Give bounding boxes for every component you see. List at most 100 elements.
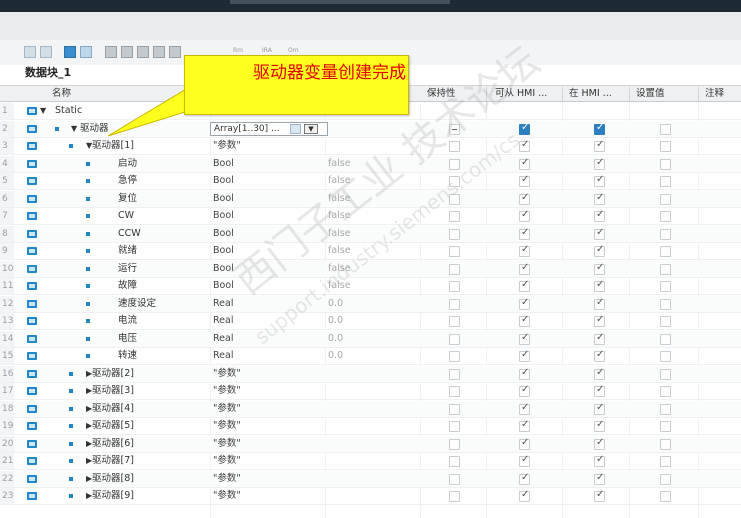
hmi-access-checkbox[interactable]	[519, 192, 530, 205]
hmi-visible-checkbox[interactable]	[594, 472, 605, 485]
variable-name[interactable]: 驱动器[7]	[92, 453, 134, 469]
default-value[interactable]: 0.0	[328, 313, 343, 329]
variable-name[interactable]: 速度设定	[118, 296, 156, 312]
setpoint-checkbox[interactable]	[660, 473, 671, 485]
table-row[interactable]: 21 ▶ 驱动器[7] "参数"	[0, 453, 741, 470]
setpoint-checkbox[interactable]	[660, 456, 671, 467]
default-value[interactable]: 0.0	[328, 296, 343, 312]
retain-checkbox[interactable]	[449, 228, 460, 240]
hmi-visible-checkbox[interactable]	[594, 384, 605, 397]
hmi-access-checkbox[interactable]	[519, 332, 530, 345]
hmi-visible-checkbox[interactable]	[594, 367, 605, 380]
load-start-values-icon[interactable]	[137, 46, 149, 58]
hmi-access-checkbox[interactable]	[519, 402, 530, 415]
retain-checkbox[interactable]	[449, 491, 460, 502]
retain-checkbox[interactable]	[449, 403, 460, 415]
hmi-access-checkbox[interactable]	[519, 244, 530, 257]
data-type[interactable]: Bool	[213, 173, 234, 189]
monitor-icon[interactable]	[153, 46, 165, 58]
setpoint-checkbox[interactable]	[660, 211, 671, 222]
variable-name[interactable]: 电流	[118, 313, 137, 329]
retain-checkbox[interactable]	[449, 316, 460, 327]
retain-checkbox[interactable]	[449, 438, 460, 450]
collapse-triangle-icon[interactable]: ▼	[40, 105, 46, 117]
data-type[interactable]: "参数"	[213, 471, 241, 487]
hmi-visible-checkbox[interactable]	[594, 192, 605, 205]
table-row[interactable]: 12 速度设定 Real 0.0	[0, 295, 741, 313]
hmi-visible-checkbox[interactable]	[594, 122, 605, 135]
data-type[interactable]: "参数"	[213, 453, 241, 469]
retain-checkbox[interactable]	[449, 386, 460, 397]
hmi-visible-checkbox[interactable]	[594, 279, 605, 292]
collapse-all-icon[interactable]	[80, 46, 92, 58]
data-type[interactable]: Bool	[213, 208, 234, 224]
hmi-visible-checkbox[interactable]	[594, 262, 605, 275]
retain-checkbox[interactable]	[449, 351, 460, 362]
data-type[interactable]: Real	[213, 296, 233, 312]
hmi-visible-checkbox[interactable]	[594, 437, 605, 450]
variable-name[interactable]: 驱动器[1]	[92, 138, 134, 154]
retain-checkbox[interactable]	[449, 333, 460, 345]
hmi-access-checkbox[interactable]	[519, 122, 530, 135]
copy-snapshot-icon[interactable]	[121, 46, 133, 58]
data-type[interactable]: "参数"	[213, 383, 241, 399]
hmi-access-checkbox[interactable]	[519, 437, 530, 450]
default-value[interactable]: 0.0	[328, 331, 343, 347]
hmi-visible-checkbox[interactable]	[594, 297, 605, 310]
data-type-combobox[interactable]: Array[1..30] ... ▼	[210, 121, 328, 136]
hmi-access-checkbox[interactable]	[519, 419, 530, 432]
table-row[interactable]: 20 ▶ 驱动器[6] "参数"	[0, 435, 741, 453]
hmi-visible-checkbox[interactable]	[594, 349, 605, 362]
add-row-icon[interactable]	[40, 46, 52, 58]
setpoint-checkbox[interactable]	[660, 263, 671, 275]
retain-checkbox[interactable]	[449, 298, 460, 310]
hmi-access-checkbox[interactable]	[519, 209, 530, 222]
retain-checkbox[interactable]	[449, 246, 460, 257]
col-header-hmi-visible[interactable]: 在 HMI ...	[569, 86, 612, 103]
watch-icon[interactable]	[169, 46, 181, 58]
table-row[interactable]: 11 故障 Bool false	[0, 278, 741, 295]
data-type[interactable]: Bool	[213, 191, 234, 207]
hmi-access-checkbox[interactable]	[519, 367, 530, 380]
variable-name[interactable]: 驱动器[5]	[92, 418, 134, 434]
variable-name[interactable]: 就绪	[118, 243, 137, 259]
snapshot-icon[interactable]	[105, 46, 117, 58]
data-type[interactable]: Real	[213, 348, 233, 364]
hmi-visible-checkbox[interactable]	[594, 332, 605, 345]
setpoint-checkbox[interactable]	[660, 281, 671, 292]
variable-name[interactable]: 驱动器[8]	[92, 471, 134, 487]
variable-name[interactable]: 驱动器[3]	[92, 383, 134, 399]
table-row[interactable]: 23 ▶ 驱动器[9] "参数"	[0, 488, 741, 505]
table-row[interactable]: 15 转速 Real 0.0	[0, 348, 741, 365]
setpoint-checkbox[interactable]	[660, 438, 671, 450]
setpoint-checkbox[interactable]	[660, 141, 671, 152]
hmi-access-checkbox[interactable]	[519, 297, 530, 310]
col-header-comment[interactable]: 注释	[705, 86, 724, 103]
setpoint-checkbox[interactable]	[660, 368, 671, 380]
variable-name[interactable]: 驱动器[4]	[92, 401, 134, 417]
hmi-access-checkbox[interactable]	[519, 349, 530, 362]
setpoint-checkbox[interactable]	[660, 333, 671, 345]
hmi-access-checkbox[interactable]	[519, 472, 530, 485]
hmi-access-checkbox[interactable]	[519, 174, 530, 187]
retain-checkbox[interactable]	[449, 421, 460, 432]
hmi-visible-checkbox[interactable]	[594, 489, 605, 502]
data-type[interactable]: "参数"	[213, 138, 241, 154]
setpoint-checkbox[interactable]	[660, 491, 671, 502]
type-list-icon[interactable]	[290, 123, 301, 134]
hmi-access-checkbox[interactable]	[519, 157, 530, 170]
hmi-access-checkbox[interactable]	[519, 384, 530, 397]
retain-checkbox[interactable]	[449, 473, 460, 485]
hmi-visible-checkbox[interactable]	[594, 402, 605, 415]
data-type[interactable]: Bool	[213, 278, 234, 294]
retain-checkbox[interactable]	[449, 368, 460, 380]
dropdown-arrow-icon[interactable]: ▼	[304, 123, 318, 134]
table-row[interactable]: 17 ▶ 驱动器[3] "参数"	[0, 383, 741, 400]
data-type[interactable]: "参数"	[213, 418, 241, 434]
insert-row-icon[interactable]	[24, 46, 36, 58]
hmi-visible-checkbox[interactable]	[594, 454, 605, 467]
table-row[interactable]: 13 电流 Real 0.0	[0, 313, 741, 330]
table-row[interactable]: 18 ▶ 驱动器[4] "参数"	[0, 400, 741, 418]
data-type[interactable]: "参数"	[213, 401, 241, 417]
variable-name[interactable]: 启动	[118, 156, 137, 172]
